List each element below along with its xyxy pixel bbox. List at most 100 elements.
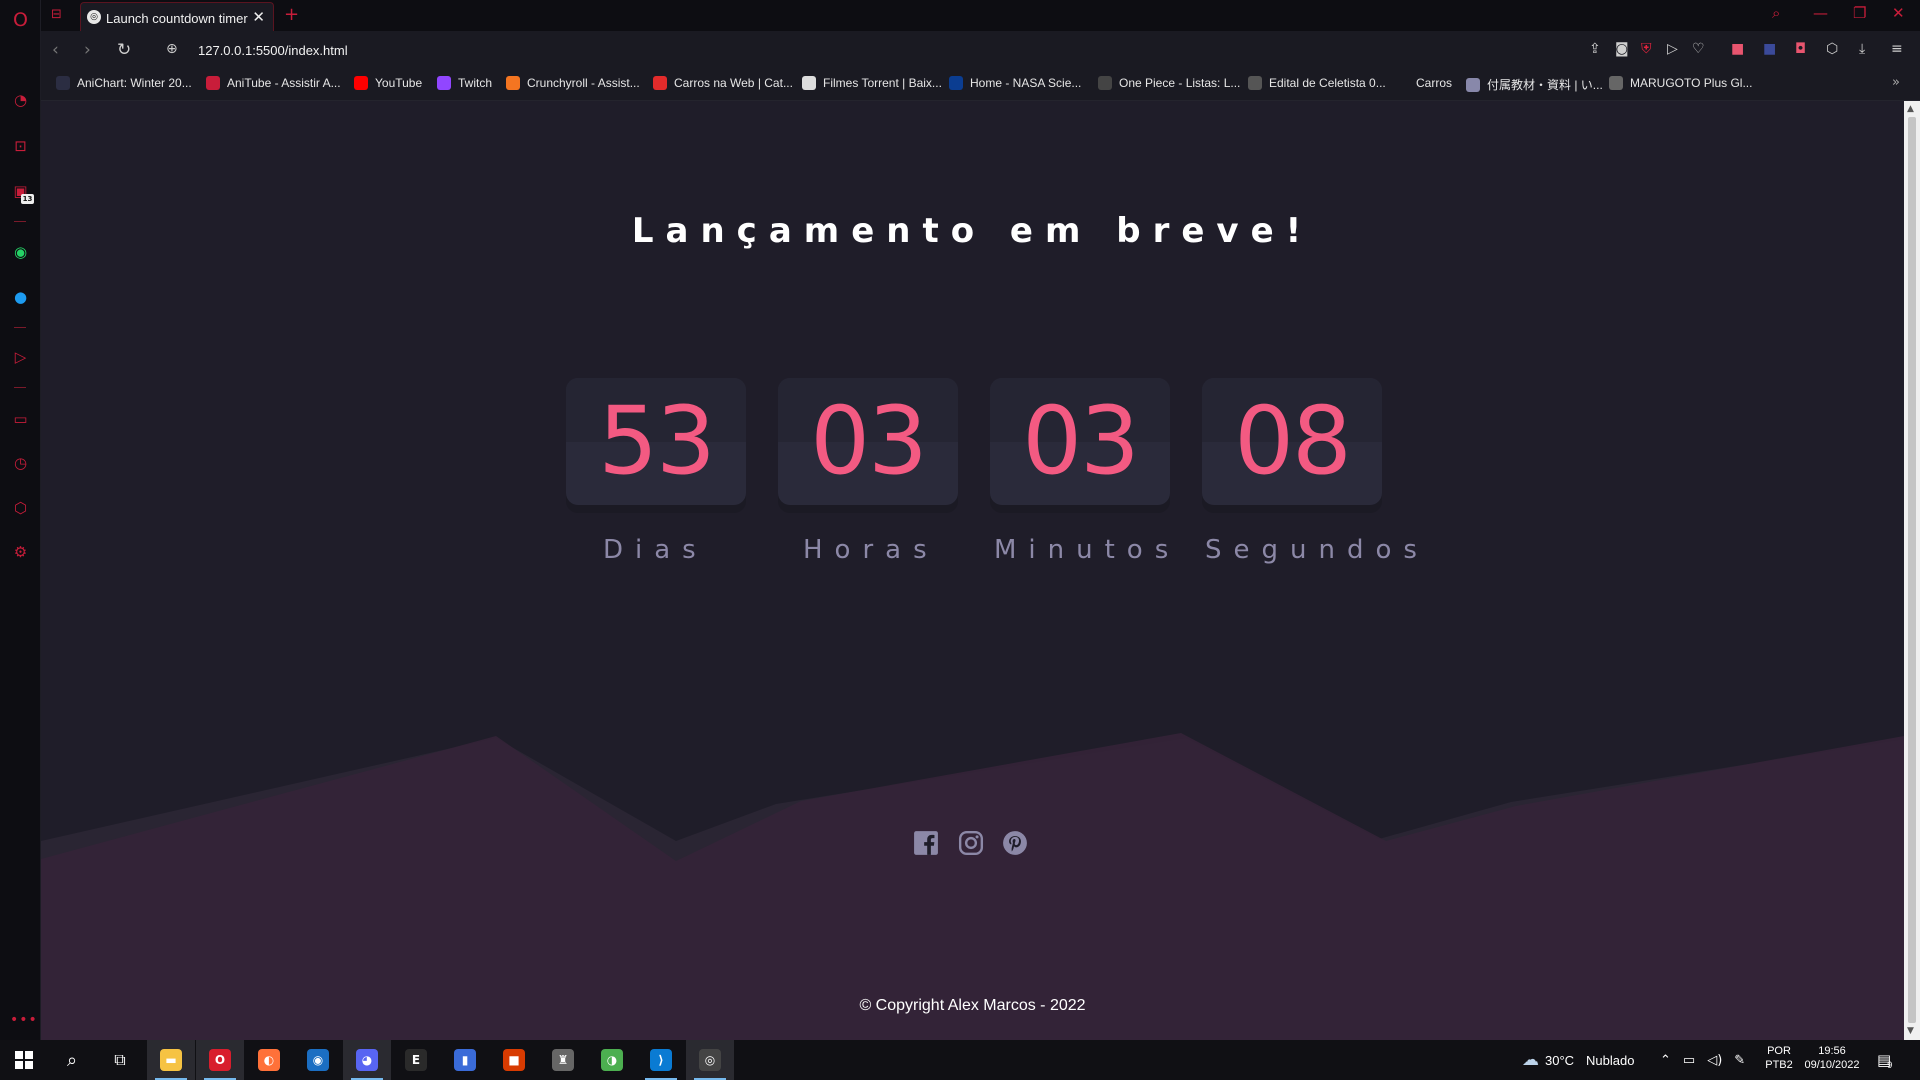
site-info-icon[interactable]: ⊕ [166, 41, 178, 57]
bookmark-item[interactable]: Filmes Torrent | Baix... [802, 76, 942, 90]
countdown-card-days: 53 [566, 378, 746, 505]
countdown-card-hours: 03 [778, 378, 958, 505]
taskbar-app[interactable]: ♜ [539, 1040, 587, 1080]
scroll-down-icon[interactable]: ▼ [1907, 1026, 1914, 1036]
taskbar-app[interactable]: ▮ [441, 1040, 489, 1080]
close-window-icon[interactable]: ✕ [1892, 4, 1905, 22]
scroll-up-icon[interactable]: ▲ [1907, 104, 1914, 114]
player-icon[interactable]: ▷ [10, 346, 31, 367]
more-bookmarks-icon[interactable]: » [1892, 75, 1900, 90]
countdown-card-seconds: 08 [1202, 378, 1382, 505]
tab-active[interactable]: ◎ Launch countdown timer ✕ [80, 2, 274, 31]
file-icon [802, 76, 816, 90]
bookmark-item[interactable]: Home - NASA Scie... [949, 76, 1081, 90]
network-icon[interactable]: ▭ [1683, 1053, 1695, 1068]
bookmark-item[interactable]: One Piece - Listas: L... [1098, 76, 1240, 90]
page-viewport: Lançamento em breve! 53 03 03 08 Dias Ho… [41, 101, 1904, 1040]
taskbar-app[interactable]: ◐ [245, 1040, 293, 1080]
chat-icon[interactable]: ▭ [10, 408, 31, 429]
bookmark-item[interactable]: MARUGOTO Plus Gl... [1609, 76, 1752, 90]
taskbar-app[interactable]: ◉ [294, 1040, 342, 1080]
taskbar-app[interactable]: ⟩ [637, 1040, 685, 1080]
speed-dial-icon[interactable]: ◔ [10, 89, 31, 110]
extensions-cube-icon[interactable]: ⬡ [1826, 41, 1838, 57]
taskbar-app[interactable]: E [392, 1040, 440, 1080]
taskbar-app[interactable]: ■ [490, 1040, 538, 1080]
bookmark-item[interactable]: YouTube [354, 76, 422, 90]
extensions-icon[interactable]: ⬡ [10, 497, 31, 518]
share-icon[interactable]: ⇪ [1589, 41, 1601, 57]
folder-icon [1395, 76, 1409, 90]
clock[interactable]: 19:56 09/10/2022 [1800, 1045, 1864, 1071]
taskbar-app[interactable]: ▬ [147, 1040, 195, 1080]
extension-3-icon[interactable]: ◘ [1795, 41, 1806, 57]
send-icon[interactable]: ▷ [1667, 41, 1678, 57]
close-tab-icon[interactable]: ✕ [252, 8, 265, 26]
taskbar-app[interactable]: ◕ [343, 1040, 391, 1080]
notification-count: 9 [1887, 1060, 1893, 1070]
search-button[interactable]: ⌕ [48, 1040, 96, 1080]
bookmark-item[interactable]: 付属教材・資料 | い... [1466, 76, 1603, 93]
search-icon: ⌕ [66, 1049, 78, 1071]
minutes-label: Minutos [994, 535, 1181, 565]
bookmark-item[interactable]: Edital de Celetista 0... [1248, 76, 1386, 90]
reload-icon[interactable]: ↻ [117, 40, 131, 60]
bookmark-label: MARUGOTO Plus Gl... [1630, 76, 1753, 90]
start-button[interactable] [0, 1040, 48, 1080]
pinterest-icon[interactable] [1002, 830, 1028, 856]
menu-icon[interactable]: ≡ [1891, 41, 1903, 57]
pen-icon[interactable]: ✎ [1734, 1053, 1745, 1068]
tab-menu-icon[interactable]: ⊟ [51, 7, 62, 22]
countdown-card-minutes: 03 [990, 378, 1170, 505]
taskbar-app[interactable]: ◎ [686, 1040, 734, 1080]
volume-icon[interactable]: ◁) [1707, 1053, 1722, 1068]
task-view-button[interactable]: ⧉ [96, 1040, 144, 1080]
adblock-icon[interactable]: ⛨ [1641, 41, 1652, 57]
extension-1-icon[interactable]: ■ [1731, 41, 1744, 57]
minutes-value: 03 [1022, 387, 1140, 496]
taskbar-app[interactable]: O [196, 1040, 244, 1080]
search-tabs-icon[interactable]: ⌕ [1772, 4, 1780, 22]
weather-widget[interactable]: ☁ 30°C Nublado [1522, 1040, 1634, 1080]
bookmark-item[interactable]: AniTube - Assistir A... [206, 76, 341, 90]
hours-label: Horas [803, 535, 939, 565]
globe-icon: ◎ [87, 10, 101, 24]
bookmark-item[interactable]: Carros na Web | Cat... [653, 76, 793, 90]
bookmark-label: Carros [1416, 76, 1453, 90]
app2-icon: ♜ [552, 1049, 574, 1071]
settings-icon[interactable]: ⚙ [10, 541, 31, 562]
history-icon[interactable]: ◷ [10, 452, 31, 473]
whatsapp-icon[interactable]: ◉ [10, 241, 31, 262]
bag-icon[interactable]: ⊡ [10, 135, 31, 156]
taskbar-app[interactable]: ◑ [588, 1040, 636, 1080]
bookmark-item[interactable]: AniChart: Winter 20... [56, 76, 192, 90]
forward-icon[interactable]: › [84, 40, 91, 60]
restore-icon[interactable]: ❐ [1853, 4, 1866, 22]
clock-time: 19:56 [1818, 1045, 1846, 1057]
facebook-icon[interactable] [913, 830, 939, 856]
download-icon[interactable]: ⤓ [1859, 41, 1865, 57]
more-icon[interactable]: ••• [10, 1012, 38, 1028]
chevron-up-icon[interactable]: ⌃ [1660, 1053, 1671, 1068]
heart-icon[interactable]: ♡ [1692, 41, 1705, 57]
twitter-icon[interactable]: ● [10, 286, 31, 307]
bookmark-label: Edital de Celetista 0... [1269, 76, 1386, 90]
page-scrollbar[interactable]: ▲ ▼ [1904, 101, 1920, 1040]
back-icon[interactable]: ‹ [52, 40, 59, 60]
url-field[interactable]: 127.0.0.1:5500/index.html [198, 43, 348, 58]
bookmark-item[interactable]: Twitch [437, 76, 492, 90]
minimize-icon[interactable]: — [1813, 4, 1828, 22]
sidebar-divider [14, 221, 26, 222]
seconds-value: 08 [1234, 387, 1352, 496]
new-tab-icon[interactable]: + [284, 4, 299, 25]
language-indicator[interactable]: POR PTB2 [1761, 1045, 1797, 1071]
scroll-thumb[interactable] [1908, 117, 1916, 1023]
camera-icon[interactable]: ◙ [1615, 41, 1629, 57]
opera-logo-icon[interactable]: O [10, 9, 31, 31]
extension-2-icon[interactable]: ■ [1763, 41, 1776, 57]
office-icon: ■ [503, 1049, 525, 1071]
bookmark-item[interactable]: Carros [1395, 76, 1452, 90]
instagram-icon[interactable] [958, 830, 984, 856]
bookmark-item[interactable]: Crunchyroll - Assist... [506, 76, 640, 90]
notifications-button[interactable]: ▤ 9 [1877, 1040, 1892, 1080]
